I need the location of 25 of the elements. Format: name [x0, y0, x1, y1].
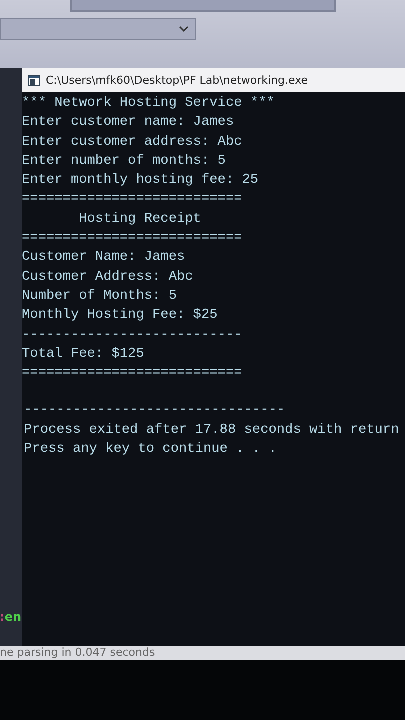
dropdown[interactable] [0, 18, 196, 40]
console-line: =========================== [22, 191, 244, 210]
console-line: Monthly Hosting Fee: $25 [22, 307, 219, 326]
console-line: Enter number of months: 5 [22, 152, 227, 171]
status-bar: ne parsing in 0.047 seconds [0, 646, 405, 660]
console-line: =========================== [22, 230, 244, 248]
console-line: *** Network Hosting Service *** [22, 95, 276, 113]
console-line: Process exited after 17.88 seconds with return [24, 422, 400, 440]
console-line: -------------------------------- [24, 402, 286, 420]
chevron-down-icon [179, 26, 189, 32]
console-line: --------------------------- [22, 326, 244, 345]
console-line: Enter customer address: Abc [22, 134, 244, 152]
console-line: Customer Address: Abc [22, 268, 194, 287]
console-line: Enter customer name: James [22, 114, 236, 132]
console-line: Customer Name: James [22, 249, 186, 268]
console-line: Number of Months: 5 [22, 288, 178, 306]
window-title: C:\Users\mfk60\Desktop\PF Lab\networking.exe [46, 74, 308, 86]
console-icon [28, 74, 40, 86]
console-line: Press any key to continue . . . [24, 441, 278, 460]
console-line: Hosting Receipt [78, 210, 202, 229]
console-line: Enter monthly hosting fee: 25 [22, 172, 260, 190]
language-label: en [4, 610, 22, 624]
prompt-mark: : [0, 610, 5, 624]
console-line: Total Fee: $125 [22, 346, 146, 364]
console-line: =========================== [22, 365, 244, 384]
